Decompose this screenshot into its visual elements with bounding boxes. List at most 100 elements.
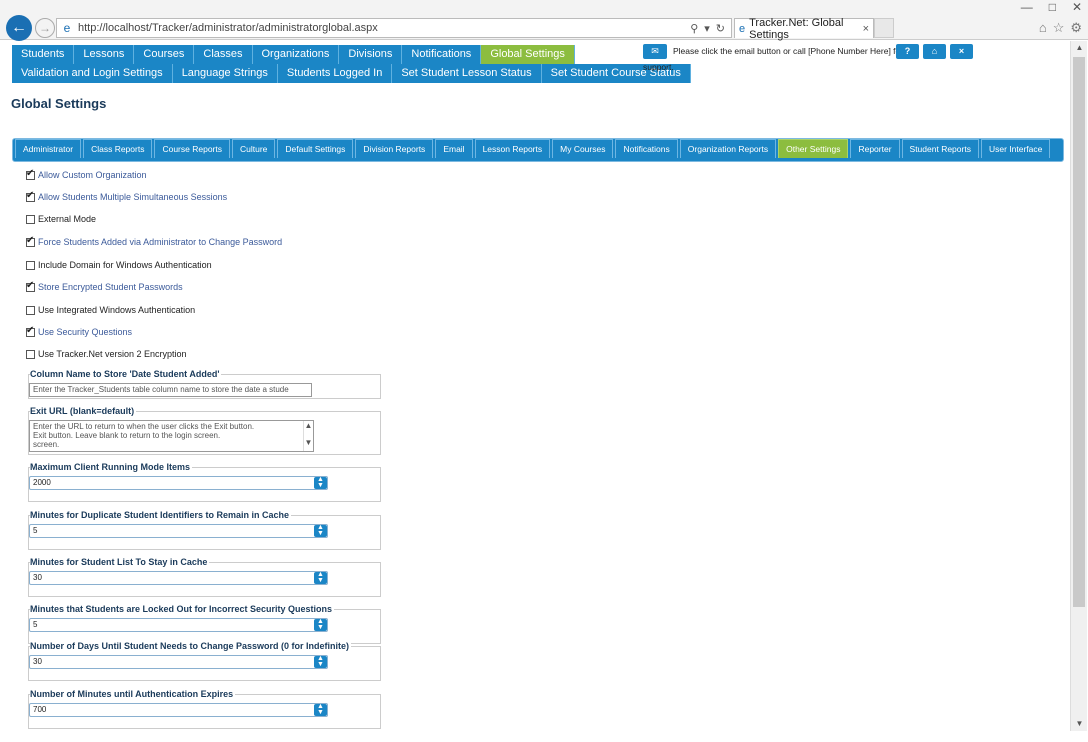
- setting-checkbox[interactable]: [26, 305, 35, 315]
- down-arrow-icon[interactable]: ▼: [304, 438, 313, 447]
- setting-label[interactable]: Use Tracker.Net version 2 Encryption: [38, 349, 187, 359]
- refresh-icon[interactable]: ↻: [716, 22, 725, 35]
- setting-checkbox[interactable]: [26, 214, 35, 224]
- setting-checkbox[interactable]: [26, 235, 35, 247]
- spinner-arrows-icon[interactable]: ▲ ▼: [314, 571, 327, 584]
- submenu-item-language-strings[interactable]: Language Strings: [172, 64, 278, 83]
- spinner-arrows-icon[interactable]: ▲ ▼: [314, 476, 327, 489]
- setting-checkbox[interactable]: [26, 280, 35, 292]
- setting-checkbox[interactable]: [26, 168, 35, 180]
- setting-label[interactable]: Use Integrated Windows Authentication: [38, 305, 195, 315]
- setting-label[interactable]: Allow Students Multiple Simultaneous Ses…: [38, 192, 227, 202]
- setting-label[interactable]: Allow Custom Organization: [38, 170, 147, 180]
- numeric-fieldset: Minutes that Students are Locked Out for…: [28, 604, 381, 644]
- spinner-arrows-icon[interactable]: ▲ ▼: [314, 703, 327, 716]
- setting-checkbox[interactable]: [26, 190, 35, 202]
- setting-label[interactable]: Force Students Added via Administrator t…: [38, 237, 282, 247]
- numeric-input[interactable]: 30 ▲ ▼: [29, 655, 328, 669]
- scroll-up-arrow-icon[interactable]: ▲: [1071, 41, 1088, 55]
- setting-checkbox[interactable]: [26, 325, 35, 337]
- tab-notifications[interactable]: Notifications: [615, 139, 678, 158]
- numeric-value[interactable]: 30: [30, 572, 314, 584]
- tab-email[interactable]: Email: [435, 139, 473, 158]
- submenu-item-set-student-lesson-status[interactable]: Set Student Lesson Status: [392, 64, 542, 83]
- tab-culture[interactable]: Culture: [232, 139, 276, 158]
- scroll-thumb[interactable]: [1073, 57, 1085, 607]
- tab-student-reports[interactable]: Student Reports: [901, 139, 979, 158]
- close-button[interactable]: ×: [950, 44, 973, 59]
- menu-item-global-settings[interactable]: Global Settings: [481, 45, 575, 64]
- menu-item-divisions[interactable]: Divisions: [339, 45, 403, 64]
- tab-administrator[interactable]: Administrator: [15, 139, 82, 158]
- vertical-scrollbar[interactable]: ▲ ▼: [1070, 41, 1087, 731]
- tab-default-settings[interactable]: Default Settings: [277, 139, 354, 158]
- numeric-input[interactable]: 2000 ▲ ▼: [29, 476, 328, 490]
- date-column-input[interactable]: Enter the Tracker_Students table column …: [29, 383, 312, 397]
- dropdown-icon[interactable]: ▾: [704, 22, 710, 35]
- textarea-scrollbar[interactable]: ▲ ▼: [303, 421, 313, 451]
- exit-url-textarea[interactable]: Enter the URL to return to when the user…: [29, 420, 314, 452]
- spinner-arrows-icon[interactable]: ▲ ▼: [314, 618, 327, 631]
- submenu-item-students-logged-in[interactable]: Students Logged In: [277, 64, 393, 83]
- numeric-fieldset: Minutes for Duplicate Student Identifier…: [28, 510, 381, 550]
- setting-label[interactable]: Include Domain for Windows Authenticatio…: [38, 260, 212, 270]
- numeric-value[interactable]: 30: [30, 656, 314, 668]
- numeric-input[interactable]: 30 ▲ ▼: [29, 571, 328, 585]
- home-icon[interactable]: ⌂: [1039, 20, 1047, 36]
- setting-label[interactable]: External Mode: [38, 214, 96, 224]
- spinner-arrows-icon[interactable]: ▲ ▼: [314, 524, 327, 537]
- minimize-icon[interactable]: —: [1021, 0, 1033, 14]
- setting-label[interactable]: Use Security Questions: [38, 327, 132, 337]
- setting-row: Include Domain for Windows Authenticatio…: [26, 260, 212, 270]
- tab-course-reports[interactable]: Course Reports: [154, 139, 230, 158]
- menu-item-notifications[interactable]: Notifications: [402, 45, 482, 64]
- close-window-icon[interactable]: ✕: [1072, 0, 1082, 14]
- numeric-legend: Number of Minutes until Authentication E…: [30, 689, 236, 699]
- exit-url-fieldset: Exit URL (blank=default) Enter the URL t…: [28, 406, 381, 455]
- scroll-down-arrow-icon[interactable]: ▼: [1071, 717, 1088, 731]
- tab-user-interface[interactable]: User Interface: [980, 139, 1051, 158]
- spinner-arrows-icon[interactable]: ▲ ▼: [314, 655, 327, 668]
- numeric-value[interactable]: 5: [30, 525, 314, 537]
- favorites-star-icon[interactable]: ☆: [1053, 20, 1065, 36]
- submenu-item-validation-and-login-settings[interactable]: Validation and Login Settings: [12, 64, 173, 83]
- settings-tab-bar: Administrator Class Reports Course Reports…: [12, 138, 1064, 162]
- browser-tab[interactable]: e Tracker.Net: Global Settings ×: [734, 17, 874, 41]
- menu-item-classes[interactable]: Classes: [194, 45, 253, 64]
- up-arrow-icon[interactable]: ▲: [304, 421, 313, 430]
- tab-reporter[interactable]: Reporter: [850, 139, 900, 158]
- tab-close-icon[interactable]: ×: [863, 23, 869, 35]
- setting-label[interactable]: Store Encrypted Student Passwords: [38, 282, 183, 292]
- numeric-input[interactable]: 700 ▲ ▼: [29, 703, 328, 717]
- forward-arrow-icon[interactable]: →: [35, 18, 55, 38]
- tab-class-reports[interactable]: Class Reports: [83, 139, 153, 158]
- tab-division-reports[interactable]: Division Reports: [355, 139, 434, 158]
- new-tab-button[interactable]: [874, 18, 894, 38]
- setting-checkbox[interactable]: [26, 349, 35, 359]
- help-button[interactable]: ?: [896, 44, 919, 59]
- email-button[interactable]: ✉: [643, 44, 667, 59]
- search-icon[interactable]: ⚲: [690, 22, 698, 35]
- numeric-value[interactable]: 2000: [30, 477, 314, 489]
- tab-my-courses[interactable]: My Courses: [552, 139, 614, 158]
- address-bar[interactable]: e http://localhost/Tracker/administrator…: [56, 18, 732, 38]
- menu-item-students[interactable]: Students: [12, 45, 75, 64]
- home-button[interactable]: ⌂: [923, 44, 946, 59]
- tab-organization-reports[interactable]: Organization Reports: [679, 139, 777, 158]
- numeric-legend: Minutes for Student List To Stay in Cach…: [30, 557, 210, 567]
- address-url[interactable]: http://localhost/Tracker/administrator/a…: [78, 22, 690, 34]
- numeric-input[interactable]: 5 ▲ ▼: [29, 618, 328, 632]
- menu-item-lessons[interactable]: Lessons: [74, 45, 135, 64]
- tab-other-settings[interactable]: Other Settings: [778, 139, 849, 158]
- tab-lesson-reports[interactable]: Lesson Reports: [474, 139, 551, 158]
- numeric-value[interactable]: 700: [30, 704, 314, 716]
- setting-row: Store Encrypted Student Passwords: [26, 280, 183, 292]
- menu-item-courses[interactable]: Courses: [134, 45, 195, 64]
- numeric-value[interactable]: 5: [30, 619, 314, 631]
- setting-checkbox[interactable]: [26, 260, 35, 270]
- back-arrow-icon[interactable]: ←: [6, 15, 32, 41]
- maximize-icon[interactable]: □: [1049, 0, 1056, 14]
- settings-gear-icon[interactable]: ⚙: [1070, 20, 1082, 36]
- menu-item-organizations[interactable]: Organizations: [252, 45, 340, 64]
- numeric-input[interactable]: 5 ▲ ▼: [29, 524, 328, 538]
